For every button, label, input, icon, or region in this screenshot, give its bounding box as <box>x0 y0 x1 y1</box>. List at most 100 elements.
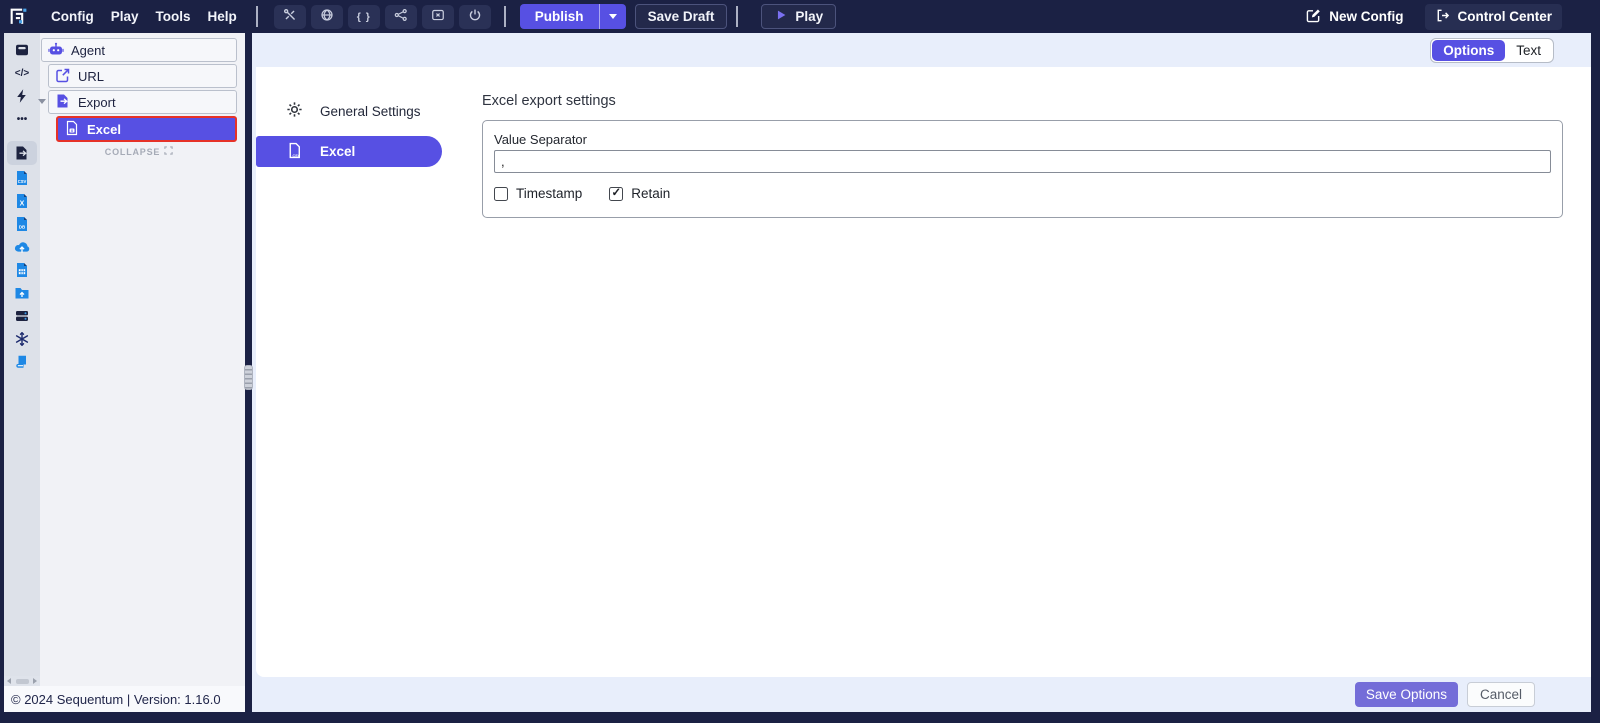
menu-bar: Config Play Tools Help <box>51 9 237 24</box>
expand-icon <box>164 146 173 157</box>
tree-item-label: URL <box>78 69 104 84</box>
publish-split-button: Publish <box>520 4 626 29</box>
new-config-label: New Config <box>1329 9 1403 24</box>
horizontal-scrollbar[interactable] <box>4 676 40 686</box>
panel-split-divider[interactable] <box>245 33 252 712</box>
retain-checkbox[interactable] <box>609 187 623 201</box>
play-button-label: Play <box>795 9 823 24</box>
settings-content: Excel export settings Value Separator Ti… <box>482 67 1591 677</box>
collapse-tree-button[interactable]: COLLAPSE <box>41 144 237 159</box>
power-button[interactable] <box>459 5 491 29</box>
tree-item-agent[interactable]: Agent <box>41 38 237 62</box>
csv-file-icon: CSV <box>286 142 303 162</box>
tree-item-export[interactable]: Export <box>48 90 237 114</box>
divider-grip-handle[interactable] <box>244 365 253 390</box>
timestamp-checkbox[interactable] <box>494 187 508 201</box>
publish-button[interactable]: Publish <box>520 4 599 29</box>
window-close-icon <box>431 8 445 25</box>
save-options-button[interactable]: Save Options <box>1355 682 1458 707</box>
play-button[interactable]: Play <box>761 4 836 29</box>
page-title: Excel export settings <box>482 93 1563 109</box>
lightning-icon[interactable] <box>7 85 37 107</box>
db-file-icon[interactable]: DB <box>7 213 37 235</box>
export-settings-group: Value Separator Timestamp Retain <box>482 120 1563 218</box>
robot-icon <box>48 41 64 60</box>
action-bar: Save Options Cancel <box>252 677 1591 712</box>
tab-general-settings[interactable]: General Settings <box>256 95 482 127</box>
cancel-button[interactable]: Cancel <box>1467 682 1535 707</box>
checkbox-row: Timestamp Retain <box>494 186 1551 201</box>
divider <box>504 6 506 27</box>
folder-upload-icon[interactable] <box>7 282 37 304</box>
snowflake-icon[interactable] <box>7 328 37 350</box>
quick-toolbar: { } <box>274 5 491 29</box>
toggle-text[interactable]: Text <box>1505 40 1552 61</box>
control-center-label: Control Center <box>1458 9 1553 24</box>
excel-file-icon[interactable]: X <box>7 190 37 212</box>
window-close-button[interactable] <box>422 5 454 29</box>
svg-text:CSV: CSV <box>18 179 27 184</box>
tools-button[interactable] <box>274 5 306 29</box>
scroll-left-arrow-icon[interactable] <box>7 678 11 684</box>
scroll-right-arrow-icon[interactable] <box>33 678 37 684</box>
control-center-button[interactable]: Control Center <box>1425 4 1563 30</box>
save-draft-button[interactable]: Save Draft <box>635 4 728 29</box>
panel-icon[interactable] <box>7 39 37 61</box>
version-text: © 2024 Sequentum | Version: 1.16.0 <box>11 692 221 707</box>
retain-label: Retain <box>631 186 670 201</box>
app-window: Config Play Tools Help { } <box>0 0 1600 723</box>
browser-button[interactable] <box>311 5 343 29</box>
more-dots-icon[interactable]: ••• <box>7 108 37 130</box>
settings-panel: General Settings CSV Excel Excel export … <box>256 67 1591 677</box>
scrollbar-thumb[interactable] <box>16 679 29 684</box>
tree-item-url[interactable]: URL <box>48 64 237 88</box>
workflow-button[interactable] <box>385 5 417 29</box>
timestamp-label: Timestamp <box>516 186 582 201</box>
svg-text:X: X <box>20 201 25 208</box>
workflow-icon <box>394 8 408 25</box>
external-link-icon <box>55 67 71 86</box>
view-mode-toggle: Options Text <box>1430 38 1554 63</box>
gear-icon <box>286 101 303 121</box>
app-logo-icon[interactable] <box>8 6 29 27</box>
publish-dropdown-button[interactable] <box>599 4 626 29</box>
menu-tools[interactable]: Tools <box>156 9 191 24</box>
csv-file-icon[interactable]: CSV <box>7 167 37 189</box>
tree-item-label: Excel <box>87 122 121 137</box>
app-body: </> ••• CSV X DB Agent <box>4 33 1591 712</box>
tools-icon <box>283 8 297 25</box>
braces-button[interactable]: { } <box>348 5 380 29</box>
menu-config[interactable]: Config <box>51 9 94 24</box>
divider <box>256 6 258 27</box>
play-icon <box>774 8 788 25</box>
sidebar-icon-rail: </> ••• CSV X DB <box>4 33 40 712</box>
parquet-icon[interactable] <box>7 351 37 373</box>
sheet-file-icon[interactable] <box>7 259 37 281</box>
value-separator-label: Value Separator <box>494 132 1551 147</box>
value-separator-input[interactable] <box>494 150 1551 173</box>
browser-icon <box>320 8 334 25</box>
export-file-icon[interactable] <box>7 141 37 165</box>
tab-excel-selected[interactable]: CSV Excel <box>256 136 442 167</box>
settings-tabs: General Settings CSV Excel <box>256 67 482 677</box>
tree-expand-caret-icon[interactable] <box>38 99 46 104</box>
top-menu-bar: Config Play Tools Help { } <box>0 0 1600 33</box>
export-file-icon <box>55 93 71 112</box>
code-icon[interactable]: </> <box>7 62 37 84</box>
tree-item-label: Export <box>78 95 116 110</box>
tab-label: Excel <box>320 144 355 159</box>
new-config-button[interactable]: New Config <box>1306 8 1403 26</box>
menu-help[interactable]: Help <box>208 9 237 24</box>
view-toggle-row: Options Text <box>252 33 1591 67</box>
version-footer: © 2024 Sequentum | Version: 1.16.0 <box>4 686 245 712</box>
server-icon[interactable] <box>7 305 37 327</box>
exit-icon <box>1435 8 1450 26</box>
chevron-down-icon <box>609 14 617 19</box>
config-tree: Agent URL Export X Excel <box>40 33 245 712</box>
power-icon <box>468 8 482 25</box>
toggle-options[interactable]: Options <box>1432 40 1505 61</box>
tree-item-excel-selected[interactable]: X Excel <box>56 116 237 142</box>
collapse-label: COLLAPSE <box>105 147 160 157</box>
menu-play[interactable]: Play <box>111 9 139 24</box>
cloud-upload-icon[interactable] <box>7 236 37 258</box>
